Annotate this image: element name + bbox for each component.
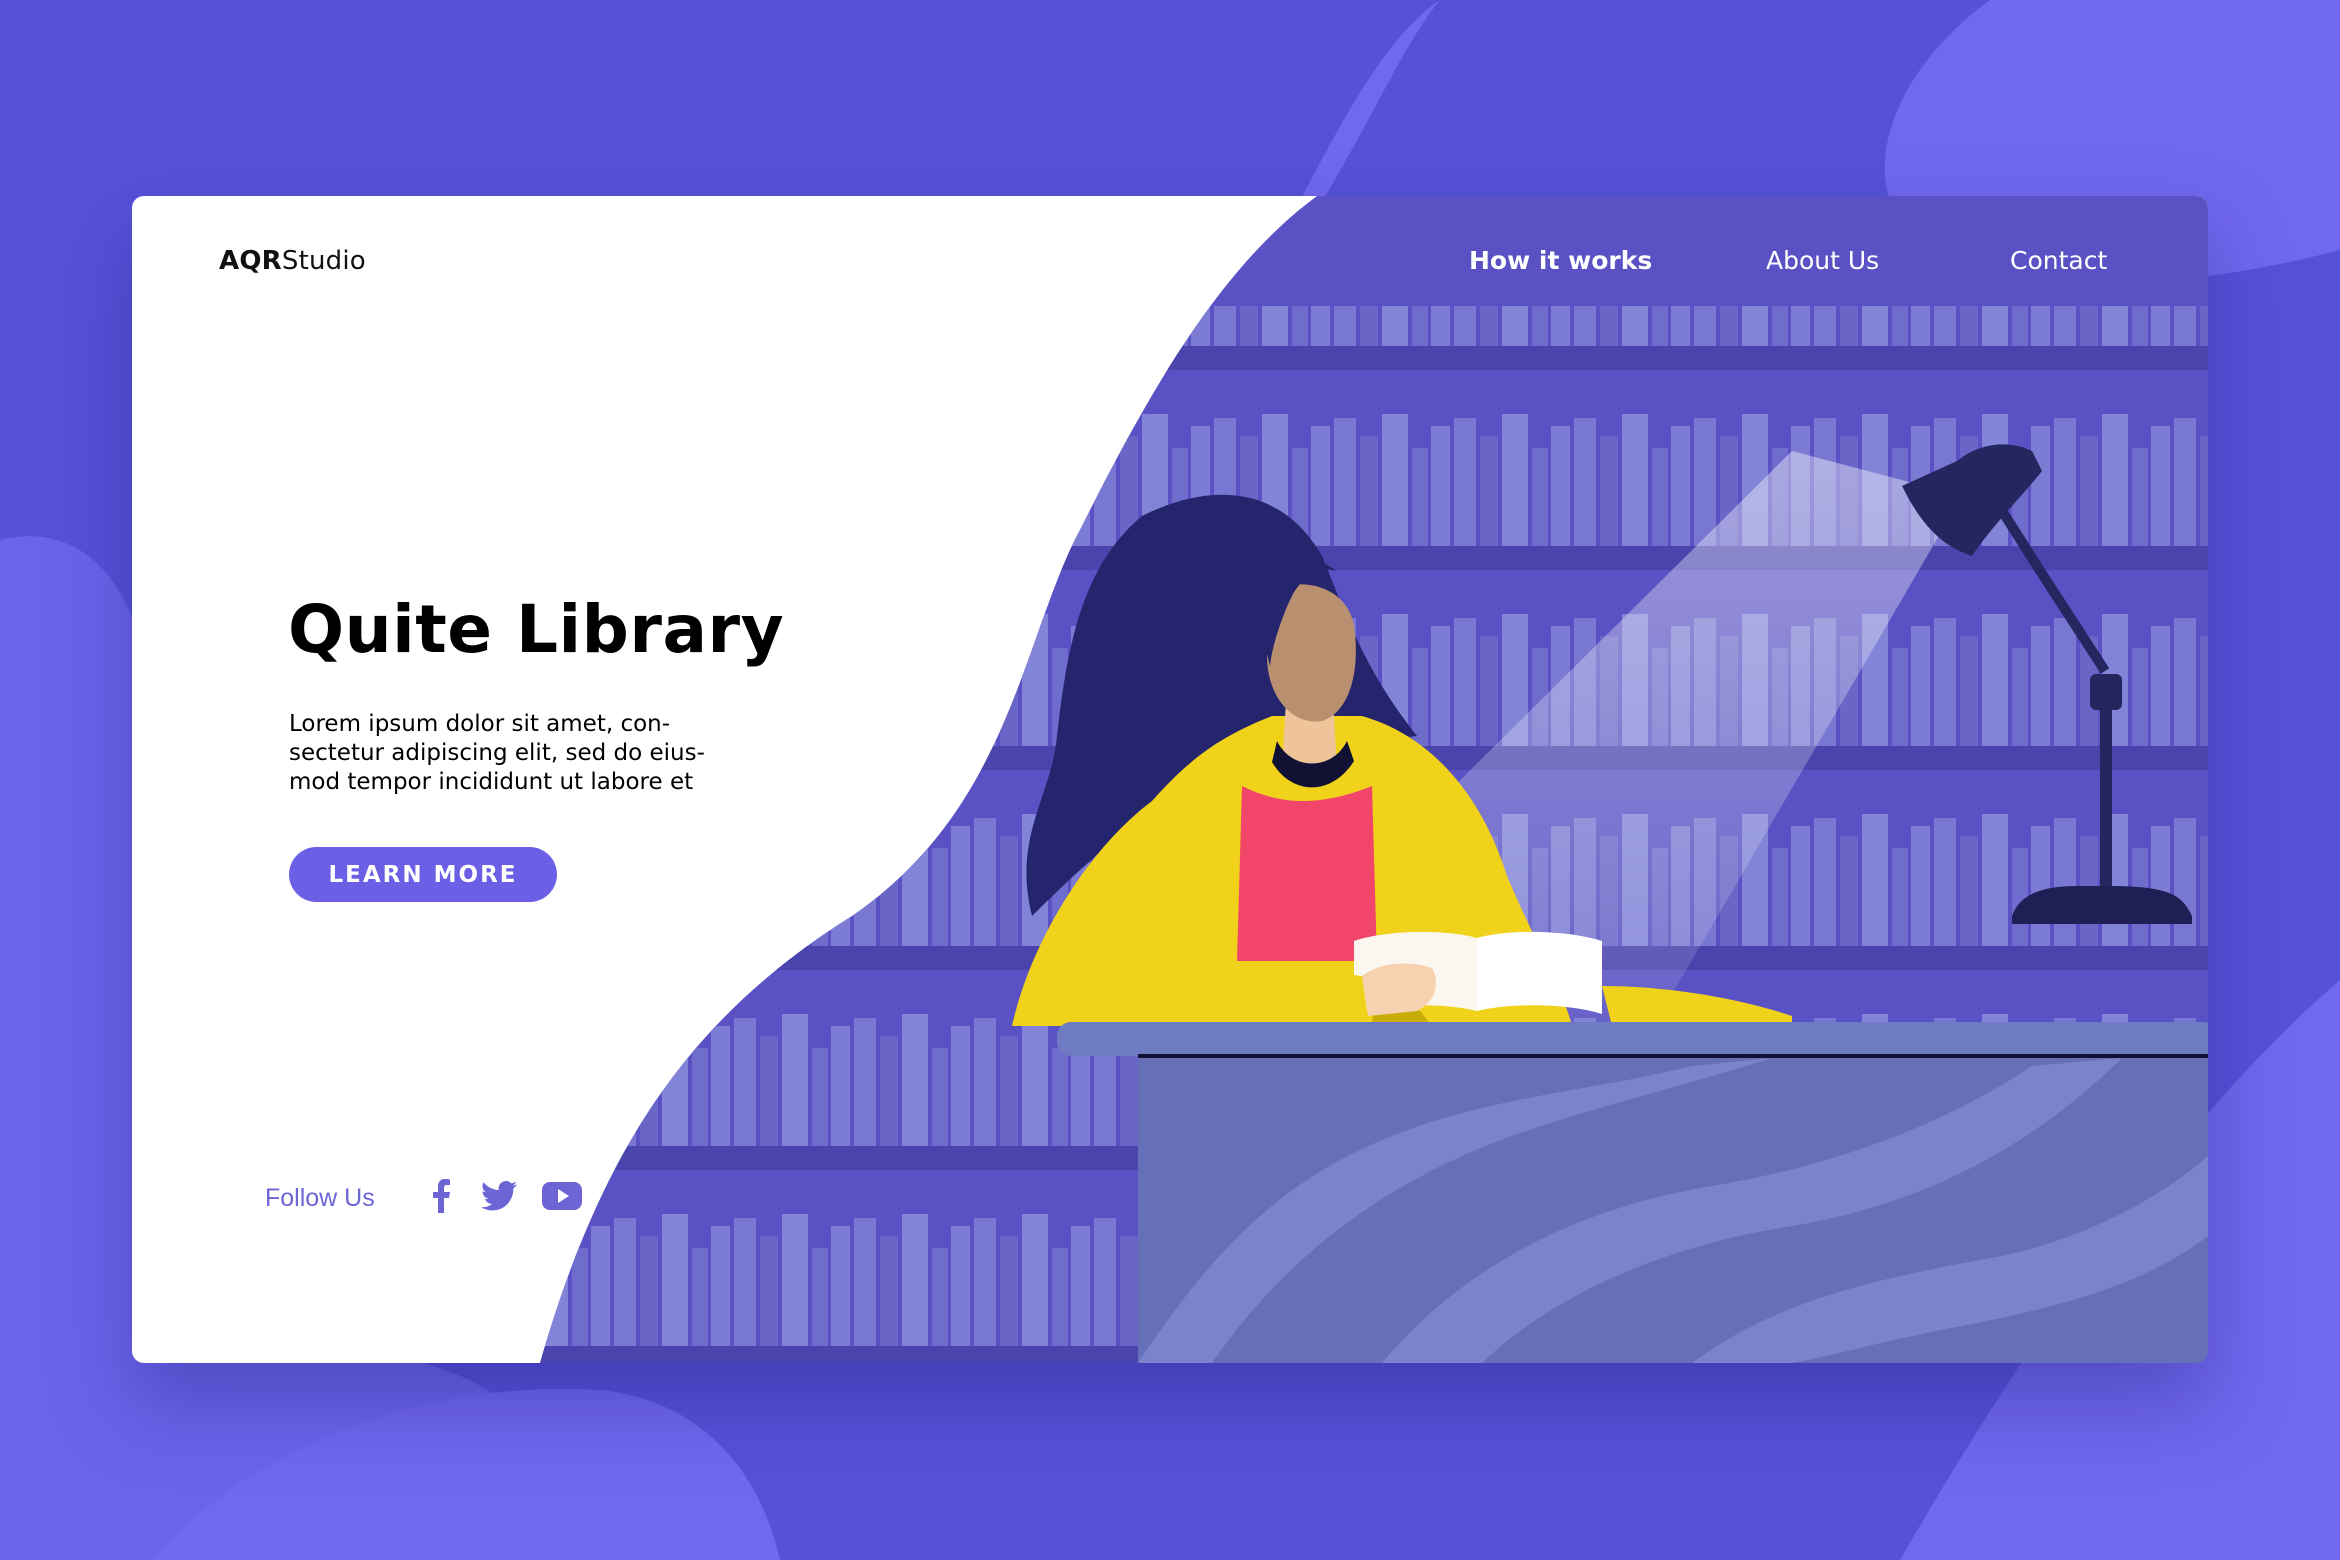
twitter-icon[interactable] <box>480 1178 518 1214</box>
brand-logo[interactable]: AQRStudio <box>219 246 366 276</box>
follow-us-label: Follow Us <box>265 1184 375 1212</box>
youtube-icon[interactable] <box>541 1178 583 1214</box>
landing-card: AQRStudio How it works About Us Contact … <box>132 196 2208 1363</box>
nav-how-it-works[interactable]: How it works <box>1469 246 1652 275</box>
brand-logo-bold: AQR <box>219 246 282 276</box>
hero-description-line: mod tempor incididunt ut labore et <box>289 769 694 795</box>
brand-logo-regular: Studio <box>281 246 366 276</box>
nav-contact[interactable]: Contact <box>2010 246 2107 275</box>
learn-more-button[interactable]: LEARN MORE <box>289 847 557 902</box>
hero-description: Lorem ipsum dolor sit amet, con- sectetu… <box>289 710 749 797</box>
hero-description-line: sectetur adipiscing elit, sed do eius- <box>289 740 705 766</box>
nav-about-us[interactable]: About Us <box>1766 246 1879 275</box>
hero-title: Quite Library <box>288 591 785 668</box>
hero-description-line: Lorem ipsum dolor sit amet, con- <box>289 711 671 737</box>
facebook-icon[interactable] <box>430 1178 452 1214</box>
